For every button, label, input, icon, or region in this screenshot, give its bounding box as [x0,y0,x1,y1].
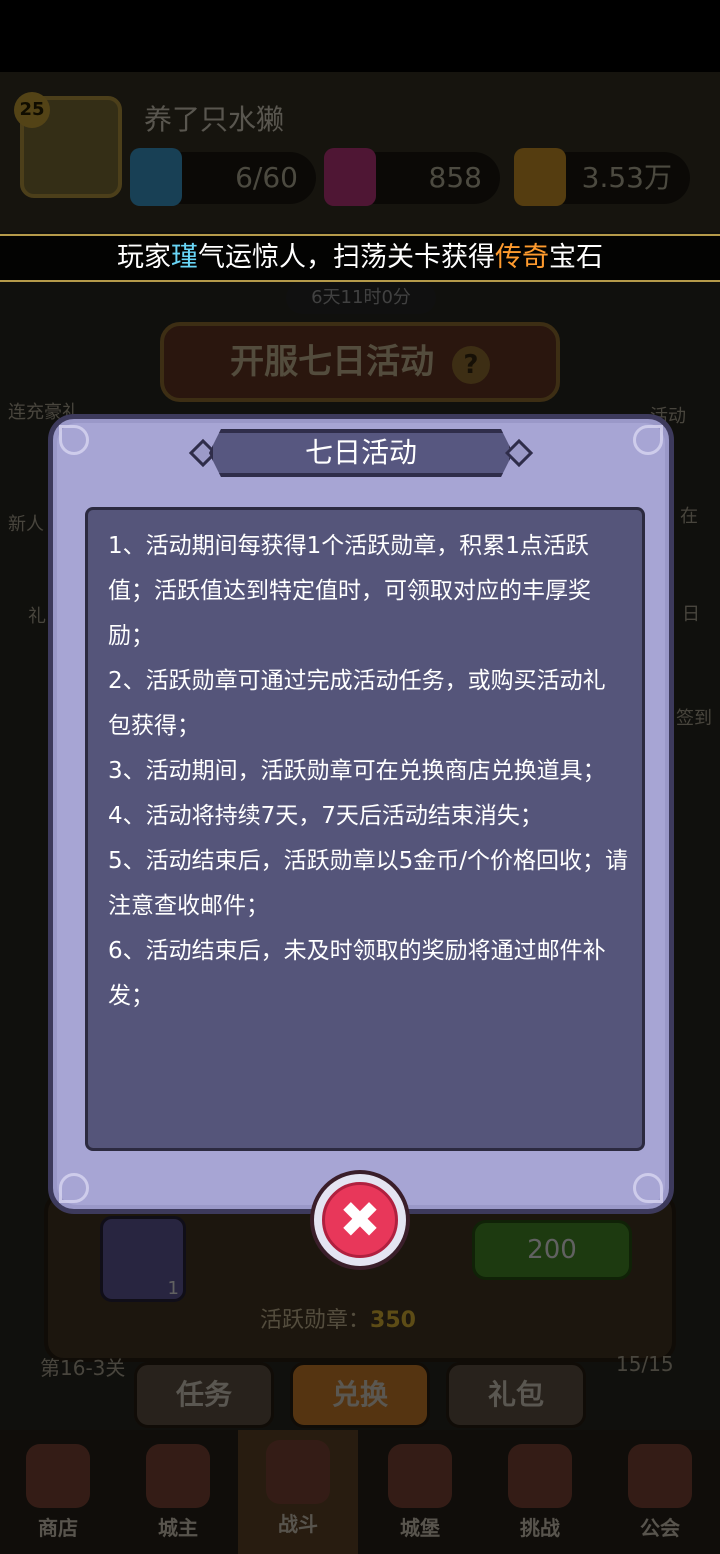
nav-battle-label: 战斗 [278,1512,318,1536]
gem-counter[interactable]: 858 [324,148,500,206]
side-left-item-2[interactable]: 礼 [28,602,46,628]
corner-ornament-icon [633,425,663,455]
gold-value: 3.53万 [581,161,672,194]
rules-text-box: 1、活动期间每获得1个活跃勋章，积累1点活跃值；活跃值达到特定值时，可领取对应的… [85,507,645,1151]
tab-gift-pack[interactable]: 礼包 [446,1362,586,1428]
rule-item-1: 1、活动期间每获得1个活跃勋章，积累1点活跃值；活跃值达到特定值时，可领取对应的… [108,533,591,649]
nav-shop-label: 商店 [38,1516,78,1540]
nav-castle[interactable]: 城堡 [370,1444,470,1544]
shop-item-count: 1 [167,1278,179,1299]
help-icon[interactable]: ? [451,346,490,384]
event-title: 开服七日活动 [230,342,435,382]
guild-icon [628,1444,692,1508]
ticker-item: 传奇 [495,242,549,273]
player-header: 25 养了只水獭 6/60 858 3.53万 [0,72,720,232]
nav-castle-label: 城堡 [400,1516,440,1540]
buy-button[interactable]: 200 [472,1220,632,1280]
rules-dialog: 七日活动 1、活动期间每获得1个活跃勋章，积累1点活跃值；活跃值达到特定值时，可… [48,414,674,1214]
lightning-icon [130,148,182,206]
shop-icon [26,1444,90,1508]
bottom-nav: 商店 城主 战斗 城堡 挑战 公会 [0,1430,720,1554]
side-right-item-3[interactable]: 签到 [676,704,712,730]
medal-value: 350 [370,1308,416,1333]
rule-item-3: 3、活动期间，活跃勋章可在兑换商店兑换道具； [108,758,606,784]
ticker-prefix: 玩家 [117,242,171,273]
medal-label: 活跃勋章： [260,1308,371,1333]
ticker-middle: 气运惊人，扫荡关卡获得 [198,242,495,273]
stage-progress-left: 第16-3关 [40,1356,126,1380]
corner-ornament-icon [633,1173,663,1203]
nav-shop[interactable]: 商店 [8,1444,108,1544]
side-left-item-1[interactable]: 新人 [8,510,44,536]
nav-challenge[interactable]: 挑战 [490,1444,590,1544]
rule-item-2: 2、活跃勋章可通过完成活动任务，或购买活动礼包获得； [108,668,606,739]
event-timer: 6天11时0分 [286,282,436,314]
gem-value: 858 [428,161,482,194]
nav-battle[interactable]: 战斗 [238,1430,358,1554]
stage-progress-right: 15/15 [616,1352,674,1376]
corner-ornament-icon [59,1173,89,1203]
player-name: 养了只水獭 [144,103,285,136]
close-button[interactable]: ✖ [310,1170,410,1270]
nav-lord-label: 城主 [158,1516,198,1540]
sub-tabs: 任务 兑换 礼包 [134,1362,586,1432]
rule-item-5: 5、活动结束后，活跃勋章以5金币/个价格回收；请注意查收邮件； [108,848,629,919]
gold-counter[interactable]: 3.53万 [514,148,690,206]
side-right-item-1[interactable]: 在 [680,502,698,528]
nav-guild[interactable]: 公会 [610,1444,710,1544]
ticker-suffix: 宝石 [549,242,603,273]
lord-icon [146,1444,210,1508]
nav-guild-label: 公会 [640,1516,680,1540]
buy-price: 200 [527,1235,577,1265]
rule-item-4: 4、活动将持续7天，7天后活动结束消失； [108,803,543,829]
tab-tasks[interactable]: 任务 [134,1362,274,1428]
dialog-title-ribbon: 七日活动 [188,425,534,481]
coin-icon [514,148,566,206]
close-icon: ✖ [322,1182,398,1258]
broadcast-ticker: 玩家瑾气运惊人，扫荡关卡获得传奇宝石 [0,234,720,282]
energy-value: 6/60 [235,161,298,194]
challenge-icon [508,1444,572,1508]
event-timer-text: 6天11时0分 [311,287,411,308]
event-banner: 开服七日活动 ? [160,322,560,402]
medal-balance: 活跃勋章：350 [260,1302,416,1334]
tab-exchange[interactable]: 兑换 [290,1362,430,1428]
dialog-title: 七日活动 [304,436,417,469]
energy-counter[interactable]: 6/60 [130,148,316,206]
corner-ornament-icon [59,425,89,455]
gem-icon [324,148,376,206]
rule-item-6: 6、活动结束后，未及时领取的奖励将通过邮件补发； [108,938,606,1009]
castle-icon [388,1444,452,1508]
shop-item-slot[interactable]: 1 [100,1216,186,1302]
swords-icon [266,1440,330,1504]
nav-lord[interactable]: 城主 [128,1444,228,1544]
side-right-item-2[interactable]: 日 [682,600,700,626]
player-level-badge: 25 [14,92,50,128]
nav-challenge-label: 挑战 [520,1516,560,1540]
ticker-player: 瑾 [171,242,198,273]
